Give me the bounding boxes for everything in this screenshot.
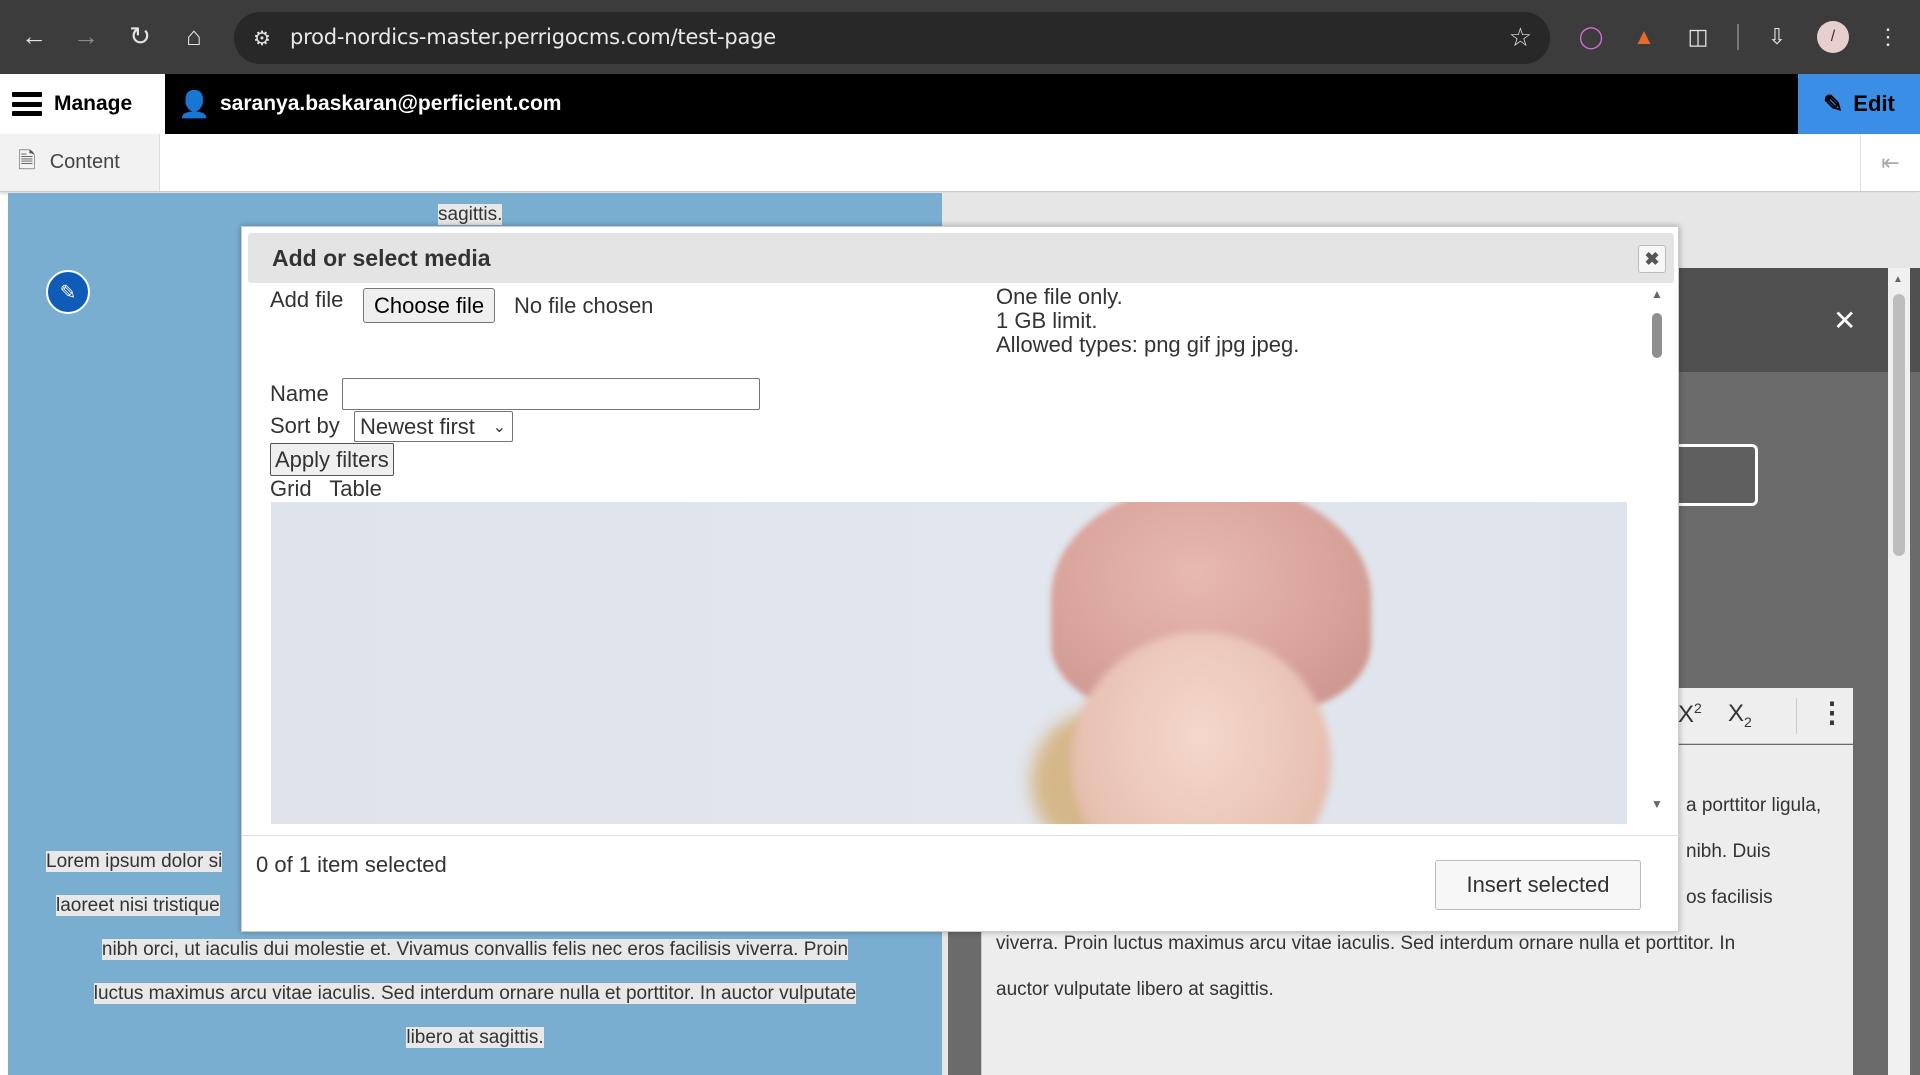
bookmark-star-icon[interactable]: ☆ bbox=[1509, 22, 1532, 53]
side-panel-close-icon[interactable]: ✕ bbox=[1833, 304, 1856, 337]
upload-requirements: One file only. 1 GB limit. Allowed types… bbox=[996, 285, 1299, 357]
scroll-up-icon[interactable]: ▲ bbox=[1651, 287, 1663, 301]
collapse-tray-icon[interactable]: ⇤ bbox=[1860, 134, 1920, 191]
info-line: Allowed types: png gif jpg jpeg. bbox=[996, 332, 1300, 357]
toolbar-tray: 🗎 Content ⇤ bbox=[0, 134, 1920, 192]
user-account-link[interactable]: 👤 saranya.baskaran@perficient.com bbox=[178, 88, 561, 120]
url-text[interactable]: prod-nordics-master.perrigocms.com/test-… bbox=[290, 25, 776, 49]
sort-by-select[interactable]: Newest first ⌄ bbox=[354, 411, 513, 442]
extensions-puzzle-icon[interactable]: ◫ bbox=[1681, 20, 1715, 54]
hamburger-icon bbox=[12, 92, 42, 116]
left-line: luctus maximus arcu vitae iaculis. Sed i… bbox=[93, 983, 857, 1004]
name-filter-input[interactable] bbox=[342, 378, 760, 410]
view-switcher: Grid Table bbox=[270, 476, 394, 502]
more-menu-icon[interactable]: ⋮ bbox=[1871, 20, 1905, 54]
toolbar-divider bbox=[1737, 24, 1739, 50]
browser-toolbar: ← → ↻ ⌂ ⚙ prod-nordics-master.perrigocms… bbox=[0, 0, 1920, 74]
manage-label: Manage bbox=[54, 92, 133, 115]
site-settings-icon[interactable]: ⚙ bbox=[248, 24, 276, 52]
manage-button[interactable]: Manage bbox=[0, 74, 165, 134]
edit-label: Edit bbox=[1853, 91, 1895, 116]
document-icon: 🗎 bbox=[18, 147, 36, 173]
scroll-up-icon[interactable]: ▲ bbox=[1893, 274, 1903, 285]
selected-count: 0 of 1 item selected bbox=[256, 852, 447, 877]
dialog-scrollbar[interactable]: ▲ ▼ bbox=[1648, 285, 1666, 817]
left-line: laoreet nisi tristique bbox=[56, 895, 220, 916]
content-tab-label: Content bbox=[49, 151, 120, 173]
info-line: 1 GB limit. bbox=[996, 308, 1098, 333]
forward-icon[interactable]: → bbox=[66, 16, 106, 56]
address-bar[interactable]: ⚙ prod-nordics-master.perrigocms.com/tes… bbox=[234, 12, 1550, 64]
content-tab[interactable]: 🗎 Content bbox=[0, 134, 160, 191]
left-line: Lorem ipsum dolor si bbox=[46, 851, 223, 872]
media-library-dialog: Add or select media ✖ Add file Choose fi… bbox=[241, 226, 1680, 933]
table-view-link[interactable]: Table bbox=[329, 476, 382, 501]
name-filter-label: Name bbox=[270, 381, 329, 406]
user-email: saranya.baskaran@perficient.com bbox=[220, 92, 562, 115]
scroll-down-icon[interactable]: ▼ bbox=[1651, 797, 1663, 811]
admin-toolbar: Manage 👤 saranya.baskaran@perficient.com… bbox=[0, 74, 1920, 134]
dialog-footer: 0 of 1 item selected Insert selected bbox=[242, 835, 1680, 933]
page-scrollbar[interactable]: ▲ bbox=[1888, 268, 1910, 1075]
pencil-icon: ✎ bbox=[1823, 90, 1844, 118]
page-text-top: sagittis. bbox=[438, 204, 503, 225]
scrollbar-thumb[interactable] bbox=[1893, 294, 1905, 556]
editor-line: auctor vulputate libero at sagittis. bbox=[996, 979, 1274, 1000]
back-icon[interactable]: ← bbox=[14, 16, 54, 56]
editor-toolbar-divider bbox=[1796, 698, 1797, 734]
dialog-scrollbar-thumb[interactable] bbox=[1652, 313, 1662, 358]
choose-file-button[interactable]: Choose file bbox=[363, 288, 496, 323]
user-icon: 👤 bbox=[178, 89, 211, 119]
media-item-thumbnail[interactable] bbox=[271, 502, 1627, 824]
grid-view-link[interactable]: Grid bbox=[270, 476, 312, 501]
reload-icon[interactable]: ↻ bbox=[120, 16, 160, 56]
more-options-icon[interactable]: ⋮ bbox=[1818, 696, 1846, 729]
left-line: nibh orci, ut iaculis dui molestie et. V… bbox=[101, 939, 849, 960]
dialog-header: Add or select media ✖ bbox=[248, 233, 1674, 283]
quick-edit-icon[interactable]: ✎ bbox=[46, 270, 90, 314]
color-extension-icon[interactable]: ◯ bbox=[1574, 20, 1608, 54]
dialog-body: Add file Choose file No file chosen One … bbox=[242, 285, 1680, 837]
dialog-title: Add or select media bbox=[272, 245, 491, 271]
chevron-down-icon: ⌄ bbox=[492, 418, 506, 436]
profile-avatar[interactable]: / bbox=[1817, 21, 1849, 53]
edit-button[interactable]: ✎ Edit bbox=[1798, 74, 1920, 134]
left-line: libero at sagittis. bbox=[406, 1027, 544, 1048]
dialog-close-icon[interactable]: ✖ bbox=[1638, 245, 1666, 273]
home-icon[interactable]: ⌂ bbox=[174, 16, 214, 56]
subscript-button[interactable]: X2 bbox=[1728, 700, 1752, 730]
insert-selected-button[interactable]: Insert selected bbox=[1435, 860, 1641, 910]
apply-filters-button[interactable]: Apply filters bbox=[270, 443, 394, 476]
superscript-button[interactable]: X2 bbox=[1678, 700, 1702, 729]
sort-by-value: Newest first bbox=[360, 413, 475, 439]
download-icon[interactable]: ⇩ bbox=[1760, 20, 1794, 54]
extension-icon[interactable]: ▲ bbox=[1627, 20, 1661, 54]
info-line: One file only. bbox=[996, 285, 1123, 309]
sort-by-label: Sort by bbox=[270, 413, 340, 438]
no-file-text: No file chosen bbox=[514, 293, 654, 318]
add-file-label: Add file bbox=[270, 287, 344, 312]
